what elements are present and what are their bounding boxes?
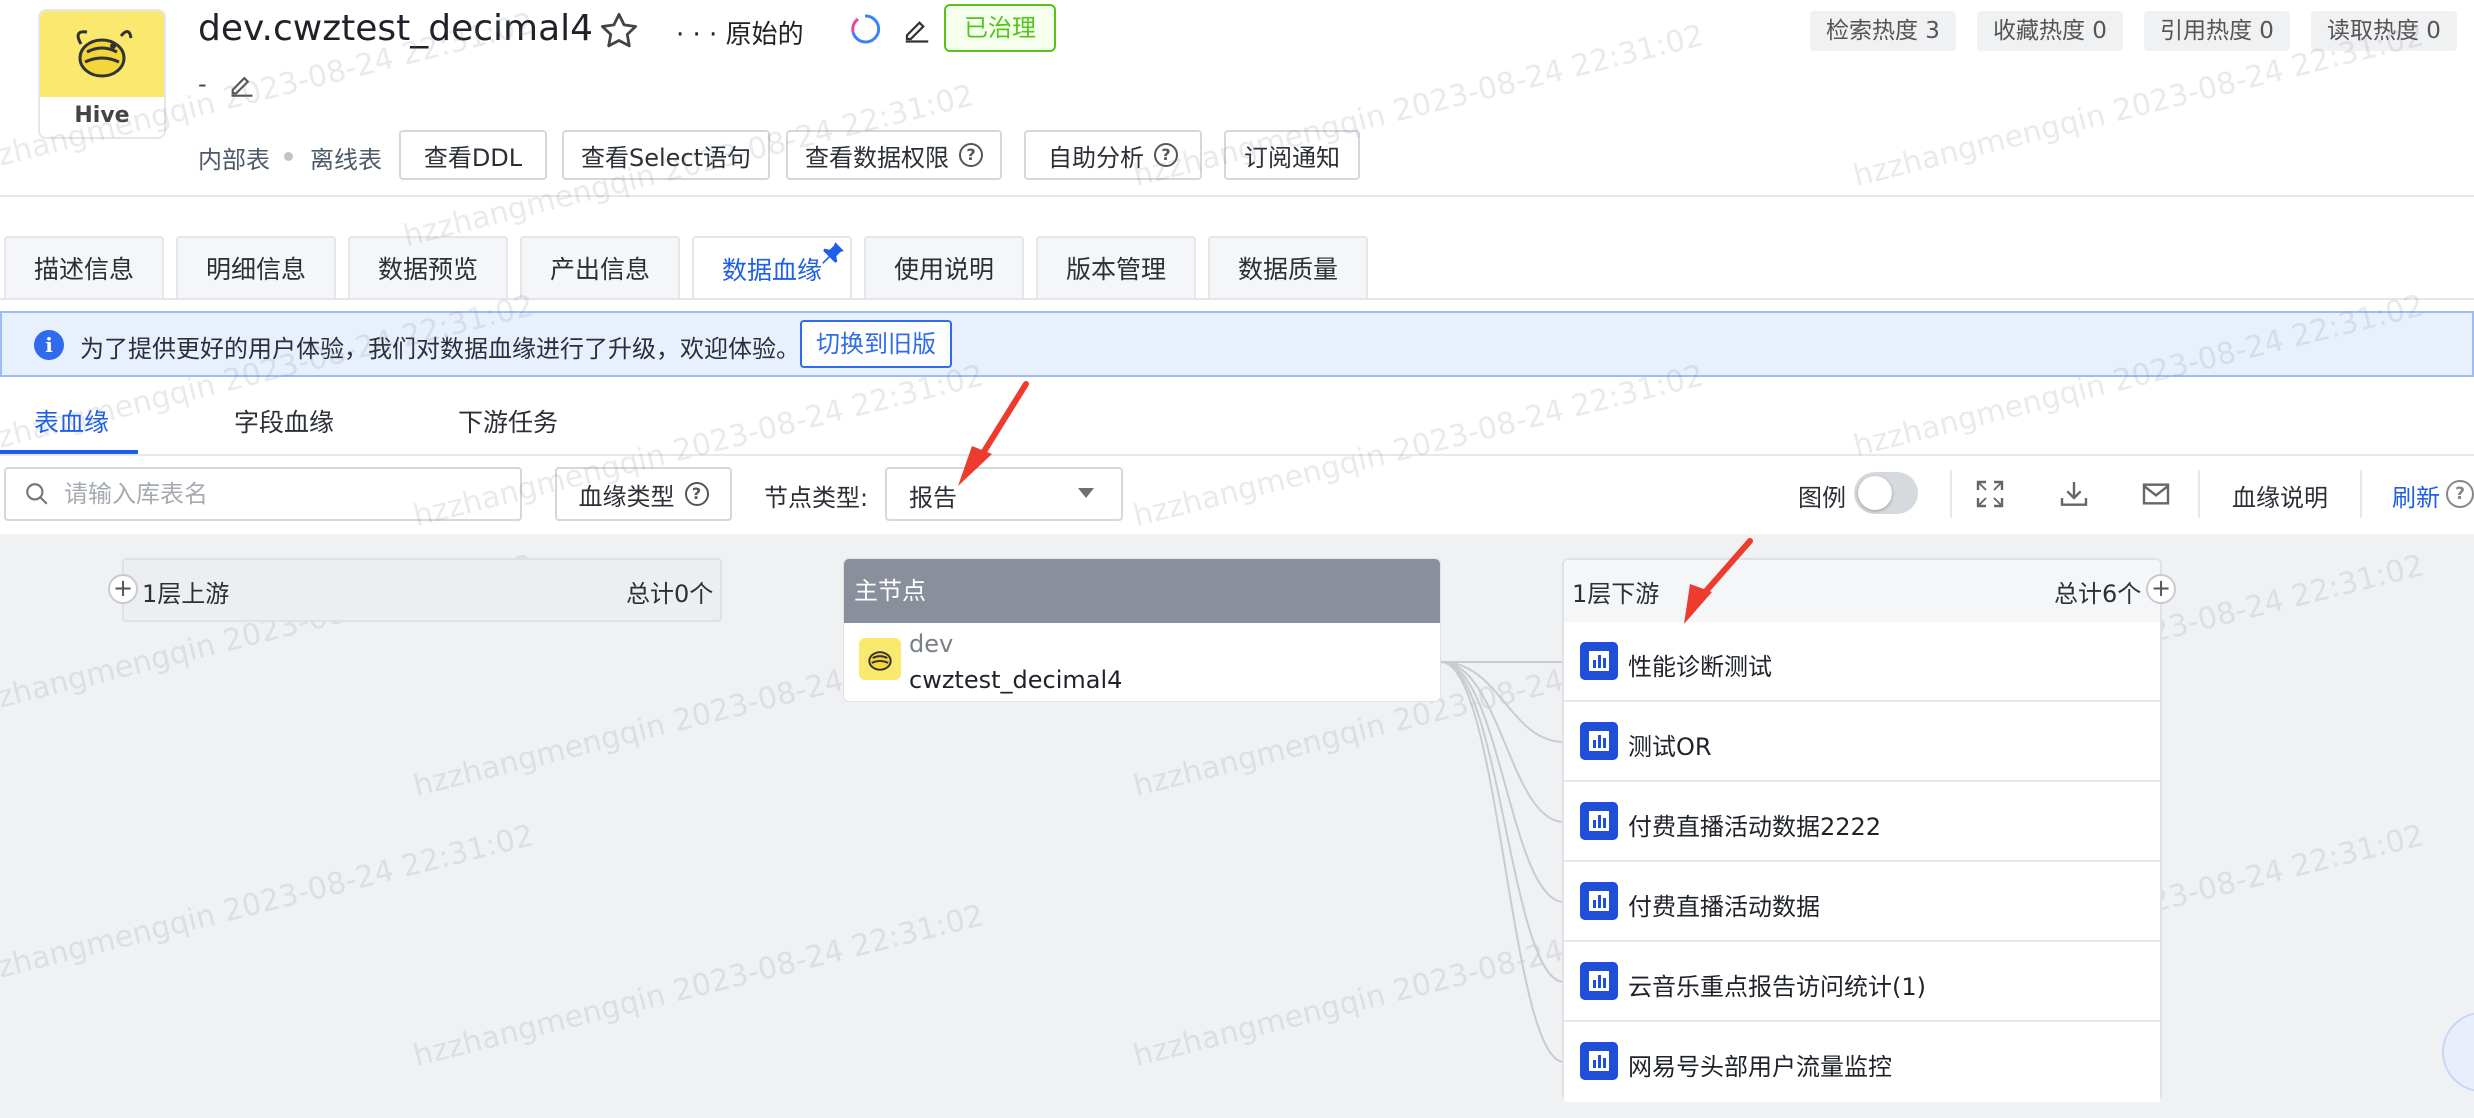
tab-output[interactable]: 产出信息 (520, 236, 680, 298)
downstream-item[interactable]: 测试OR (1564, 702, 2160, 782)
tab-underline (0, 298, 2474, 300)
divider (1950, 470, 1952, 518)
help-icon: ? (959, 143, 983, 167)
search-input[interactable] (64, 474, 504, 514)
governed-badge: 已治理 (944, 4, 1056, 52)
tab-quality[interactable]: 数据质量 (1208, 236, 1368, 298)
reference-heat: 引用热度 0 (2144, 11, 2290, 51)
downstream-total: 总计6个 (2054, 580, 2142, 608)
lineage-explain-button[interactable]: 血缘说明 (2232, 478, 2328, 513)
downstream-item-label: 网易号头部用户流量监控 (1628, 1053, 1892, 1081)
divider (2360, 470, 2362, 518)
downstream-item-label: 付费直播活动数据 (1628, 893, 1820, 921)
legend-label: 图例 (1798, 484, 1846, 512)
upstream-title: 1层上游 (142, 580, 230, 608)
help-icon[interactable]: ? (2446, 480, 2474, 508)
subscribe-button[interactable]: 订阅通知 (1224, 130, 1360, 180)
downstream-item-label: 测试OR (1628, 733, 1712, 761)
switch-old-version-button[interactable]: 切换到旧版 (800, 320, 952, 368)
view-ddl-button[interactable]: 查看DDL (399, 130, 547, 180)
separator-dot (284, 152, 293, 161)
search-heat: 检索热度 3 (1810, 11, 1956, 51)
main-node-db: dev (909, 630, 954, 658)
fullscreen-icon[interactable] (1974, 478, 2006, 510)
favorite-heat: 收藏热度 0 (1977, 11, 2123, 51)
toggle-knob (1858, 476, 1892, 510)
downstream-item[interactable]: 性能诊断测试 (1564, 622, 2160, 702)
tab-versions[interactable]: 版本管理 (1036, 236, 1196, 298)
help-icon: ? (1154, 143, 1178, 167)
search-icon (26, 483, 48, 505)
downstream-item-label: 付费直播活动数据2222 (1628, 813, 1882, 841)
downstream-title: 1层下游 (1572, 580, 1660, 608)
downstream-item[interactable]: 付费直播活动数据 (1564, 862, 2160, 942)
owner-name: · · · 原始的 (676, 20, 804, 50)
tab-usage[interactable]: 使用说明 (864, 236, 1024, 298)
info-icon: i (34, 330, 64, 360)
downstream-item[interactable]: 云音乐重点报告访问统计(1) (1564, 942, 2160, 1022)
subtab-downstream-tasks[interactable]: 下游任务 (458, 403, 558, 439)
expand-upstream-button[interactable]: + (108, 574, 138, 604)
report-icon (1580, 642, 1618, 680)
divider (0, 454, 2474, 456)
logo-label: Hive (74, 103, 130, 128)
mail-icon[interactable] (2140, 478, 2172, 510)
main-node-title: 主节点 (844, 559, 1440, 623)
main-node-table: cwztest_decimal4 (909, 666, 1123, 694)
star-icon[interactable] (598, 10, 640, 52)
report-icon (1580, 802, 1618, 840)
edit-description-icon[interactable] (228, 70, 256, 98)
view-select-button[interactable]: 查看Select语句 (562, 130, 770, 180)
node-type-label: 节点类型: (764, 484, 869, 512)
description-text: - (198, 70, 207, 98)
help-icon: ? (684, 482, 709, 506)
offline-table-tag: 离线表 (310, 146, 382, 174)
bee-icon (40, 11, 164, 97)
downstream-item[interactable]: 网易号头部用户流量监控 (1564, 1022, 2160, 1102)
expand-downstream-button[interactable]: + (2146, 574, 2176, 604)
self-analysis-button[interactable]: 自助分析? (1024, 130, 1202, 180)
subtab-field-lineage[interactable]: 字段血缘 (234, 403, 334, 439)
edit-owner-icon[interactable] (902, 14, 932, 44)
view-permission-button[interactable]: 查看数据权限? (786, 130, 1002, 180)
downstream-item-label: 云音乐重点报告访问统计(1) (1628, 973, 1926, 1001)
report-icon (1580, 1042, 1618, 1080)
report-icon (1580, 722, 1618, 760)
table-title: dev.cwztest_decimal4 (198, 8, 594, 49)
lineage-type-button[interactable]: 血缘类型? (555, 467, 732, 521)
tab-description[interactable]: 描述信息 (4, 236, 164, 298)
divider (0, 195, 2474, 197)
node-type-value: 报告 (909, 484, 957, 512)
read-heat: 读取热度 0 (2311, 11, 2457, 51)
loading-icon (851, 14, 881, 44)
tab-details[interactable]: 明细信息 (176, 236, 336, 298)
upstream-total: 总计0个 (626, 580, 714, 608)
hive-logo: Hive (38, 9, 166, 139)
watermark: hzzhangmengqin 2023-08-24 22:31:02 (1130, 358, 1708, 534)
report-icon (1580, 882, 1618, 920)
tab-preview[interactable]: 数据预览 (348, 236, 508, 298)
downstream-item-label: 性能诊断测试 (1628, 653, 1772, 681)
chevron-down-icon (1078, 488, 1094, 498)
hive-icon (859, 638, 901, 680)
subtab-table-lineage[interactable]: 表血缘 (34, 403, 109, 439)
banner-text: 为了提供更好的用户体验，我们对数据血缘进行了升级，欢迎体验。 (80, 335, 800, 363)
watermark: hzzhangmengqin 2023-08-24 22:31:02 (1130, 18, 1708, 194)
refresh-button[interactable]: 刷新 (2392, 478, 2440, 513)
pin-icon[interactable] (820, 240, 846, 266)
download-icon[interactable] (2058, 478, 2090, 510)
divider (2198, 470, 2200, 518)
report-icon (1580, 962, 1618, 1000)
internal-table-tag: 内部表 (198, 146, 270, 174)
downstream-item[interactable]: 付费直播活动数据2222 (1564, 782, 2160, 862)
